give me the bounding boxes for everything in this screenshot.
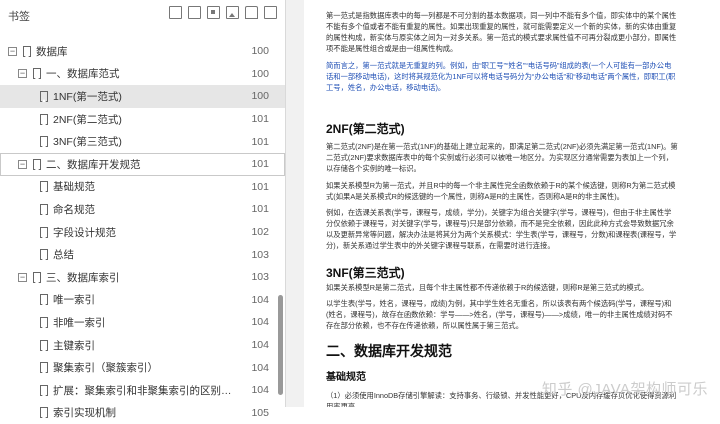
bookmark-item[interactable]: − 一、数据库范式100 [0, 63, 285, 86]
bookmark-icon [33, 272, 41, 283]
bookmark-page-number: 103 [241, 271, 269, 283]
bookmark-label: 主键索引 [53, 338, 241, 353]
bookmark-page-number: 101 [241, 181, 269, 193]
bookmark-label: 二、数据库开发规范 [46, 157, 241, 172]
bookmark-page-number: 101 [241, 203, 269, 215]
collapse-toggle-icon[interactable]: − [18, 69, 27, 78]
bookmark-item[interactable]: 非唯一索引104 [0, 311, 285, 334]
paragraph-1nf-example: 简而言之，第一范式就是无重复的列。例如，由“职工号”“姓名”“电话号码”组成的表… [326, 60, 678, 93]
add-bookmark-icon[interactable] [207, 6, 220, 19]
document-view: 第一范式是指数据库表中的每一列都是不可分割的基本数据项，同一列中不能有多个值，即… [286, 0, 720, 407]
bookmark-label: 扩展：聚集索引和非聚集索引的区别？分别在... [53, 383, 241, 398]
bookmark-icon [40, 114, 48, 125]
bookmark-item[interactable]: 聚集索引（聚簇索引）104 [0, 356, 285, 379]
bookmark-page-number: 101 [241, 158, 269, 170]
bookmark-item[interactable]: 唯一索引104 [0, 289, 285, 312]
collapse-toggle-icon[interactable]: − [8, 47, 17, 56]
bookmark-icon [23, 46, 31, 57]
bookmark-label: 三、数据库索引 [46, 270, 241, 285]
bookmark-icon [40, 294, 48, 305]
bookmark-page-number: 100 [241, 90, 269, 102]
bookmark-page-number: 100 [241, 45, 269, 57]
bookmark-label: 命名规范 [53, 202, 241, 217]
collapse-toggle-icon[interactable]: − [18, 160, 27, 169]
paragraph-3nf-example: 以学生表(学号，姓名，课程号，成绩)为例，其中学生姓名无重名，所以该表有两个候选… [326, 298, 678, 331]
bookmark-item[interactable]: 1NF(第一范式)100 [0, 85, 285, 108]
bookmark-panel-header: 书签 [0, 0, 285, 30]
bookmark-page-number: 105 [241, 407, 269, 419]
bookmark-icon [40, 407, 48, 418]
delete-icon[interactable] [245, 6, 258, 19]
bookmark-page-number: 104 [241, 294, 269, 306]
bookmark-item[interactable]: 3NF(第三范式)101 [0, 130, 285, 153]
heading-2nf: 2NF(第二范式) [326, 120, 678, 137]
bookmark-icon [33, 159, 41, 170]
bookmark-item[interactable]: − 数据库100 [0, 40, 285, 63]
bookmark-icon [40, 385, 48, 396]
bookmark-icon [40, 91, 48, 102]
bookmark-page-number: 103 [241, 249, 269, 261]
bookmark-page-number: 104 [241, 362, 269, 374]
bookmark-item[interactable]: 主键索引104 [0, 334, 285, 357]
bookmark-page-number: 102 [241, 226, 269, 238]
bookmark-label: 非唯一索引 [53, 315, 241, 330]
bookmark-label: 3NF(第三范式) [53, 134, 241, 149]
bookmark-label: 唯一索引 [53, 292, 241, 307]
bookmark-label: 总结 [53, 247, 241, 262]
paragraph-2nf-example: 例如，在选课关系表(学号，课程号，成绩，学分)，关键字为组合关键字(学号，课程号… [326, 207, 678, 251]
bookmark-icon [40, 227, 48, 238]
bookmark-icon [40, 362, 48, 373]
page-gutter [286, 0, 304, 407]
options-icon[interactable] [264, 6, 277, 19]
bookmark-page-number: 100 [241, 68, 269, 80]
sidebar-scrollbar[interactable] [278, 295, 283, 395]
bookmark-panel-title: 书签 [8, 8, 30, 24]
bookmark-item[interactable]: 字段设计规范102 [0, 221, 285, 244]
bookmark-label: 2NF(第二范式) [53, 112, 241, 127]
paragraph-2nf-formal: 如果关系模型R为第一范式，并且R中的每一个非主属性完全函数依赖于R的某个候选键，… [326, 180, 678, 202]
bookmark-item[interactable]: 索引实现机制105 [0, 402, 285, 424]
paragraph-1nf-definition: 第一范式是指数据库表中的每一列都是不可分割的基本数据项，同一列中不能有多个值，即… [326, 10, 678, 54]
bookmark-item[interactable]: 总结103 [0, 243, 285, 266]
paragraph-2nf-definition: 第二范式(2NF)是在第一范式(1NF)的基础上建立起来的，即满足第二范式(2N… [326, 141, 678, 174]
bookmark-item[interactable]: 基础规范101 [0, 176, 285, 199]
bookmark-label: 基础规范 [53, 179, 241, 194]
bookmark-icon [40, 204, 48, 215]
bookmark-page-number: 104 [241, 384, 269, 396]
bookmark-icon [40, 249, 48, 260]
bookmark-label: 1NF(第一范式) [53, 89, 241, 104]
heading-3nf: 3NF(第三范式) [326, 264, 678, 281]
bookmark-item[interactable]: − 二、数据库开发规范101 [0, 153, 285, 176]
bookmark-label: 字段设计规范 [53, 225, 241, 240]
bookmark-icon [40, 340, 48, 351]
bookmark-icon [33, 68, 41, 79]
bookmark-item[interactable]: 命名规范101 [0, 198, 285, 221]
bookmark-page-number: 104 [241, 316, 269, 328]
bookmark-panel: 书签 −数据库100−一、数据库范式1001NF(第一范式)1002NF(第二范… [0, 0, 286, 407]
bookmark-item[interactable]: 2NF(第二范式)101 [0, 108, 285, 131]
bookmark-page-number: 101 [241, 113, 269, 125]
bookmark-page-number: 104 [241, 339, 269, 351]
bookmark-label: 聚集索引（聚簇索引） [53, 360, 241, 375]
bookmark-label: 数据库 [36, 44, 241, 59]
expand-all-icon[interactable] [169, 6, 182, 19]
bookmark-page-number: 101 [241, 136, 269, 148]
paragraph-3nf-definition: 如果关系模型R是第二范式，且每个非主属性都不传递依赖于R的候选键，则称R是第三范… [326, 282, 678, 293]
bookmark-icon[interactable] [226, 6, 239, 19]
bookmark-icon [40, 181, 48, 192]
bookmark-item[interactable]: − 三、数据库索引103 [0, 266, 285, 289]
collapse-all-icon[interactable] [188, 6, 201, 19]
heading-dev-standards: 二、数据库开发规范 [326, 341, 678, 361]
bookmark-icon [40, 317, 48, 328]
bookmark-label: 索引实现机制 [53, 405, 241, 420]
bookmark-icon [40, 136, 48, 147]
bookmark-label: 一、数据库范式 [46, 66, 241, 81]
bookmark-tree: −数据库100−一、数据库范式1001NF(第一范式)1002NF(第二范式)1… [0, 40, 285, 424]
collapse-toggle-icon[interactable]: − [18, 273, 27, 282]
watermark: 知乎 @JAVA架构师可乐 [542, 378, 708, 399]
bookmark-toolbar [169, 6, 277, 19]
bookmark-item[interactable]: 扩展：聚集索引和非聚集索引的区别？分别在...104 [0, 379, 285, 402]
